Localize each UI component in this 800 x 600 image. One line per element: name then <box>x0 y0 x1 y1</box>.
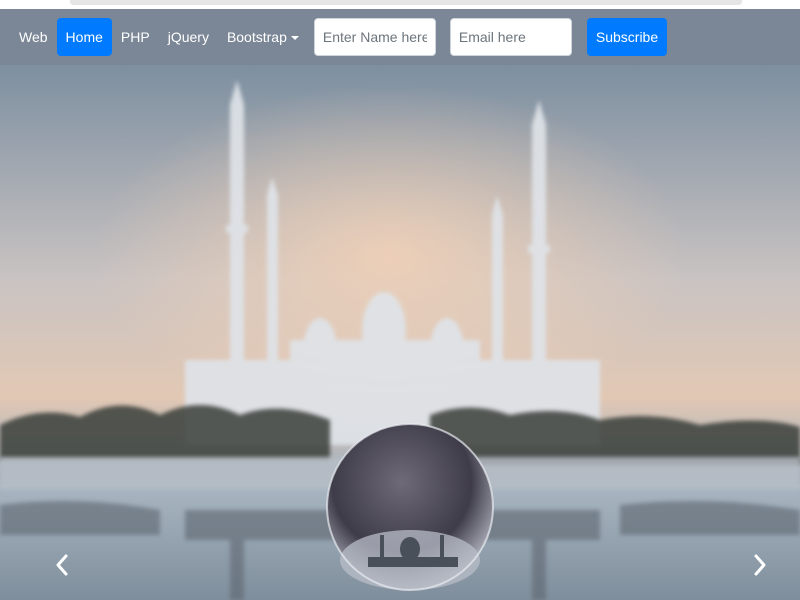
navbar: Web Home PHP jQuery Bootstrap Subscribe <box>0 9 800 65</box>
nav-dropdown-bootstrap[interactable]: Bootstrap <box>218 18 308 56</box>
carousel-slide-image <box>0 65 800 600</box>
nav-link-jquery[interactable]: jQuery <box>159 18 218 56</box>
carousel-next-control[interactable] <box>745 545 775 585</box>
nav-link-home[interactable]: Home <box>56 18 112 56</box>
subscribe-button[interactable]: Subscribe <box>586 18 668 56</box>
carousel <box>0 65 800 600</box>
chevron-right-icon <box>754 554 766 576</box>
nav-link-php[interactable]: PHP <box>112 18 159 56</box>
carousel-prev-control[interactable] <box>47 545 77 585</box>
caret-down-icon <box>290 36 299 40</box>
nav-dropdown-label: Bootstrap <box>226 29 287 45</box>
window-top-strip <box>0 0 800 9</box>
name-input[interactable] <box>313 18 436 56</box>
glass-ball <box>326 423 494 591</box>
email-input[interactable] <box>449 18 572 56</box>
chevron-left-icon <box>56 554 68 576</box>
nav-link-web[interactable]: Web <box>10 18 57 56</box>
horizontal-scrollbar[interactable] <box>70 0 742 5</box>
